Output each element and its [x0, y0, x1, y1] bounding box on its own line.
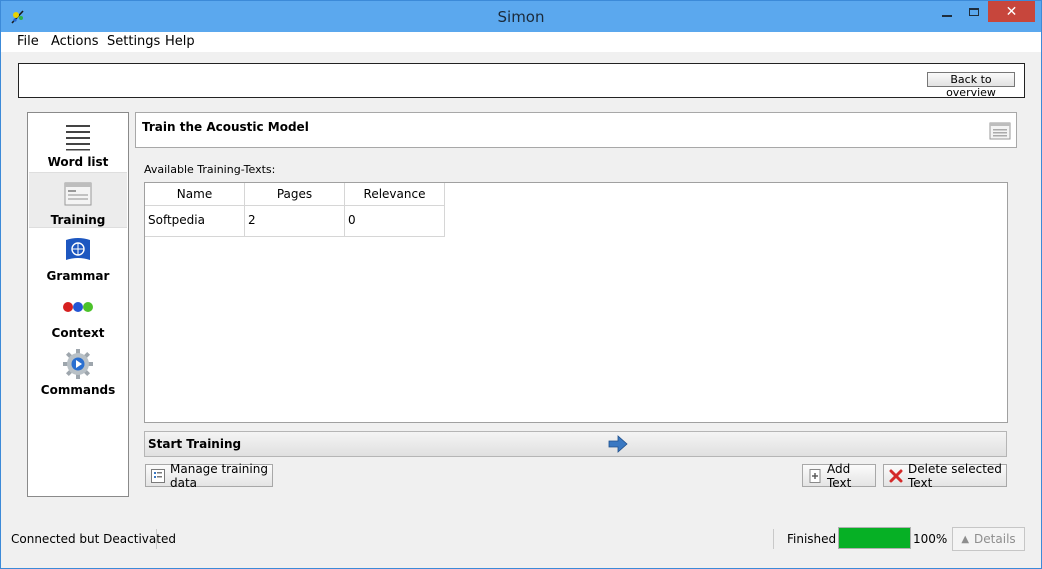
- maximize-icon: [969, 7, 979, 16]
- list-icon: [66, 125, 90, 151]
- sidebar-label-grammar: Grammar: [46, 269, 110, 283]
- minimize-icon: [942, 14, 952, 17]
- menu-file[interactable]: File: [17, 34, 39, 49]
- details-button[interactable]: ▲ Details: [952, 527, 1025, 551]
- main-window: Simon ✕ File Actions Settings Help Back …: [0, 0, 1042, 569]
- add-text-icon: [809, 468, 821, 483]
- triangle-up-icon: ▲: [961, 533, 970, 545]
- start-training-button[interactable]: Start Training: [144, 431, 1007, 457]
- minimize-button[interactable]: [934, 1, 960, 22]
- column-header-pages[interactable]: Pages: [245, 183, 345, 206]
- column-header-name[interactable]: Name: [145, 183, 245, 206]
- manage-data-icon: [151, 468, 165, 483]
- menu-help[interactable]: Help: [165, 34, 195, 49]
- sidebar-item-context[interactable]: Context: [29, 286, 127, 342]
- details-label: Details: [974, 532, 1016, 546]
- title-bar[interactable]: Simon ✕: [1, 1, 1041, 32]
- commands-gear-icon: [63, 349, 93, 379]
- menu-settings[interactable]: Settings: [107, 34, 160, 49]
- menu-actions[interactable]: Actions: [51, 34, 99, 49]
- progress-bar: [838, 527, 911, 549]
- maximize-button[interactable]: [961, 1, 987, 22]
- close-icon: ✕: [1005, 3, 1018, 20]
- add-text-button[interactable]: Add Text: [802, 461, 876, 490]
- manage-training-data-label: Manage training data: [170, 461, 268, 490]
- start-training-label: Start Training: [148, 437, 242, 451]
- window-title: Simon: [497, 8, 545, 26]
- training-icon: [64, 182, 92, 206]
- delete-selected-text-label: Delete selected Text: [908, 461, 1002, 490]
- arrow-right-icon: [608, 435, 628, 453]
- progress-status-label: Finished: [787, 532, 837, 546]
- status-separator: [773, 529, 774, 549]
- back-to-overview-button[interactable]: Back to overview: [927, 72, 1015, 99]
- progress-bar-fill: [839, 528, 910, 548]
- grammar-flag-icon: [66, 238, 90, 260]
- column-header-relevance[interactable]: Relevance: [345, 183, 445, 206]
- sidebar-item-word-list[interactable]: Word list: [29, 115, 127, 171]
- sidebar-label-training: Training: [50, 213, 106, 227]
- manage-training-data-button[interactable]: Manage training data: [145, 461, 273, 490]
- sidebar-item-commands[interactable]: Commands: [29, 343, 127, 399]
- table-cell-pages[interactable]: 2: [245, 206, 345, 237]
- table-cell-name[interactable]: Softpedia: [145, 206, 245, 237]
- close-button[interactable]: ✕: [988, 1, 1035, 22]
- table-cell-relevance[interactable]: 0: [345, 206, 445, 237]
- available-texts-label: Available Training-Texts:: [144, 163, 276, 176]
- add-text-label: Add Text: [827, 461, 852, 490]
- delete-selected-text-button[interactable]: Delete selected Text: [883, 461, 1007, 490]
- menu-bar: File Actions Settings Help: [1, 32, 1041, 52]
- progress-percent: 100%: [913, 532, 948, 546]
- sidebar-label-commands: Commands: [40, 383, 116, 397]
- sidebar-label-context: Context: [51, 326, 105, 340]
- connection-status: Connected but Deactivated: [11, 532, 176, 546]
- client-area: Back to overview Word list Training Gram…: [1, 52, 1041, 568]
- delete-x-icon: [889, 469, 903, 482]
- sidebar: Word list Training Grammar Context Comma…: [27, 112, 129, 497]
- context-dots-icon: [63, 302, 93, 312]
- panel-header: Train the Acoustic Model: [135, 112, 1017, 148]
- overview-frame: Back to overview: [18, 63, 1025, 99]
- training-header-icon: [989, 122, 1011, 140]
- sidebar-item-training[interactable]: Training: [29, 172, 127, 228]
- training-texts-table: Name Pages Relevance Softpedia 2 0: [144, 182, 1008, 423]
- status-separator: [156, 529, 157, 549]
- sidebar-label-word-list: Word list: [47, 155, 109, 169]
- sidebar-item-grammar[interactable]: Grammar: [29, 229, 127, 285]
- page-title: Train the Acoustic Model: [142, 120, 309, 134]
